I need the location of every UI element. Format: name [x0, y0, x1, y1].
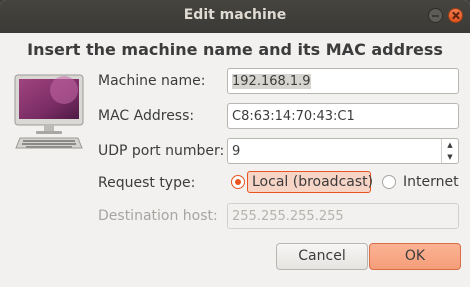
- request-type-label: Request type:: [98, 175, 196, 191]
- radio-local-broadcast[interactable]: [231, 175, 245, 189]
- radio-local-broadcast-label[interactable]: Local (broadcast): [252, 174, 373, 190]
- titlebar[interactable]: Edit machine: [0, 0, 470, 33]
- mac-address-field[interactable]: C8:63:14:70:43:C1: [227, 103, 459, 129]
- close-icon[interactable]: [448, 8, 463, 23]
- destination-host-placeholder: 255.255.255.255: [232, 209, 344, 224]
- cancel-button[interactable]: Cancel: [276, 243, 368, 270]
- radio-internet-label[interactable]: Internet: [403, 174, 459, 190]
- radio-internet[interactable]: [382, 175, 396, 189]
- chevron-up-icon[interactable]: ▲: [442, 139, 458, 151]
- window-title: Edit machine: [183, 7, 287, 23]
- mac-address-value: C8:63:14:70:43:C1: [232, 109, 355, 124]
- machine-name-value: 192.168.1.9: [232, 74, 311, 89]
- edit-machine-dialog: Edit machine Insert the machine name and…: [0, 0, 470, 287]
- minimize-icon[interactable]: [428, 8, 443, 23]
- destination-host-label: Destination host:: [98, 208, 218, 224]
- udp-port-label: UDP port number:: [98, 143, 225, 159]
- mac-address-label: MAC Address:: [98, 108, 195, 124]
- port-spinner[interactable]: ▲ ▼: [441, 139, 458, 163]
- machine-name-label: Machine name:: [98, 73, 206, 89]
- ok-button[interactable]: OK: [369, 243, 461, 270]
- udp-port-stepper[interactable]: 9 ▲ ▼: [227, 138, 459, 164]
- udp-port-value: 9: [232, 144, 241, 159]
- machine-name-field[interactable]: 192.168.1.9: [227, 68, 459, 94]
- destination-host-field: 255.255.255.255: [227, 203, 459, 229]
- chevron-down-icon[interactable]: ▼: [442, 151, 458, 163]
- computer-monitor-icon: [14, 74, 84, 149]
- dialog-heading: Insert the machine name and its MAC addr…: [27, 40, 443, 59]
